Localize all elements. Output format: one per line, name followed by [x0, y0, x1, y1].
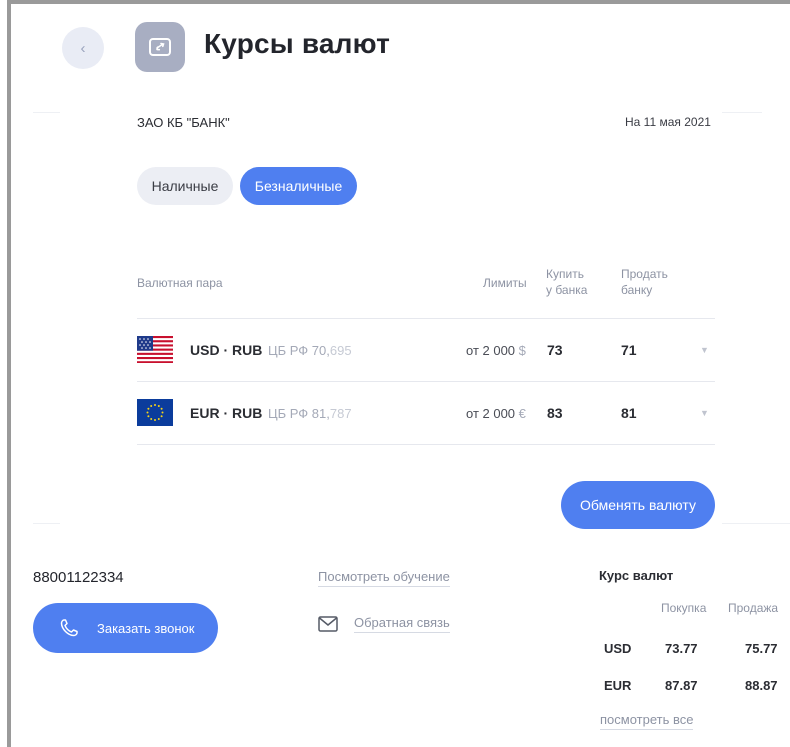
us-flag-icon [137, 336, 173, 363]
column-header-sell: Продать банку [621, 266, 668, 298]
currency-pair: USD · RUB [190, 342, 263, 358]
buy-rate: 83 [547, 405, 563, 421]
divider [33, 112, 60, 113]
request-call-button[interactable]: Заказать звонок [33, 603, 218, 653]
sell-rate: 81 [621, 405, 637, 421]
limit-value: от 2 000 [466, 343, 516, 358]
cb-rate-label: ЦБ РФ [268, 343, 309, 358]
back-button[interactable]: ‹ [62, 27, 104, 69]
column-header-sell-line1: Продать [621, 267, 668, 281]
chevron-down-icon[interactable]: ▼ [700, 408, 709, 418]
chevron-left-icon: ‹ [80, 39, 86, 57]
exchange-currency-button[interactable]: Обменять валюту [561, 481, 715, 529]
rates-column-buy: Покупка [661, 601, 707, 615]
sell-rate: 71 [621, 342, 637, 358]
tab-noncash[interactable]: Безналичные [240, 167, 357, 205]
page-title: Курсы валют [204, 28, 390, 59]
mail-icon [318, 616, 338, 632]
view-education-link[interactable]: Посмотреть обучение [318, 569, 450, 587]
chevron-down-icon[interactable]: ▼ [700, 345, 709, 355]
feedback-label: Обратная связь [354, 615, 450, 633]
phone-number[interactable]: 88001122334 [33, 569, 124, 586]
cb-rate-frac: 695 [329, 343, 352, 358]
column-header-buy-line2: у банка [546, 283, 588, 297]
phone-icon [60, 619, 78, 637]
divider [722, 112, 762, 113]
rates-widget-title: Курс валют [599, 568, 674, 583]
limit: от 2 000 $ [466, 343, 526, 358]
window-frame-left [7, 0, 11, 747]
rates-code: USD [604, 641, 632, 656]
row-divider [137, 381, 715, 382]
rates-column-sell: Продажа [728, 601, 779, 615]
see-all-label: посмотреть все [600, 712, 694, 730]
window-frame-top [8, 0, 790, 4]
currency-exchange-icon [135, 22, 185, 72]
cb-rate-frac: 787 [329, 406, 352, 421]
buy-rate: 73 [547, 342, 563, 358]
column-header-buy: Купить у банка [546, 266, 587, 298]
eu-flag-icon [137, 399, 173, 426]
column-header-limits: Лимиты [483, 276, 527, 290]
bank-name: ЗАО КБ "БАНК" [137, 115, 230, 130]
view-education-label: Посмотреть обучение [318, 569, 450, 587]
limit-value: от 2 000 [466, 406, 516, 421]
limit-currency: $ [518, 343, 526, 358]
cb-rate-int: 81, [311, 406, 330, 421]
rates-date: На 11 мая 2021 [625, 115, 711, 129]
rates-sell: 88.87 [745, 678, 778, 693]
row-divider [137, 444, 715, 445]
see-all-rates-link[interactable]: посмотреть все [600, 712, 694, 730]
limit: от 2 000 € [466, 406, 526, 421]
column-header-sell-line2: банку [621, 283, 653, 297]
column-header-buy-line1: Купить [546, 267, 584, 281]
row-divider [137, 318, 715, 319]
divider [33, 523, 60, 524]
currency-pair: EUR · RUB [190, 405, 263, 421]
rates-buy: 87.87 [665, 678, 698, 693]
feedback-link[interactable]: Обратная связь [318, 615, 450, 633]
request-call-label: Заказать звонок [97, 620, 195, 636]
cb-rate-label: ЦБ РФ [268, 406, 309, 421]
rates-sell: 75.77 [745, 641, 778, 656]
cb-rate: ЦБ РФ 81,787 [268, 406, 352, 421]
limit-currency: € [518, 406, 526, 421]
column-header-pair: Валютная пара [137, 276, 223, 290]
tab-cash[interactable]: Наличные [137, 167, 233, 205]
divider [722, 523, 790, 524]
cb-rate: ЦБ РФ 70,695 [268, 343, 352, 358]
rates-buy: 73.77 [665, 641, 698, 656]
cb-rate-int: 70, [311, 343, 330, 358]
rates-code: EUR [604, 678, 632, 693]
